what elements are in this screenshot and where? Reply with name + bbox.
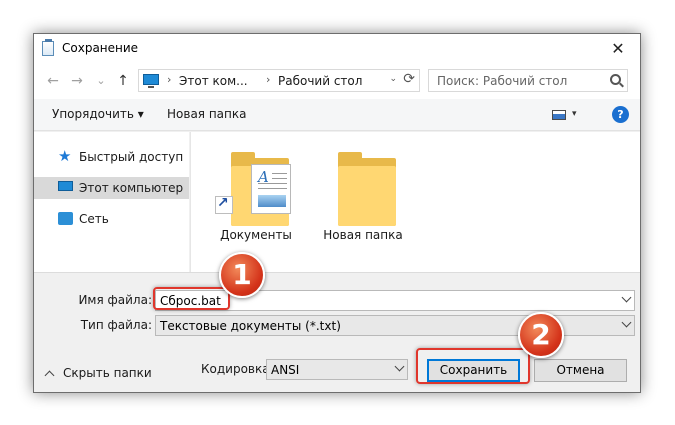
star-icon: ★ <box>58 147 72 165</box>
document-line <box>272 178 287 179</box>
folder-new-folder[interactable]: Новая папка <box>318 142 408 252</box>
filename-input[interactable] <box>160 291 591 310</box>
nav-item-label: Быстрый доступ <box>79 150 184 164</box>
chevron-up-icon <box>44 370 55 381</box>
encoding-select[interactable]: ANSI <box>266 359 408 380</box>
network-icon <box>58 212 73 225</box>
cancel-button[interactable]: Отмена <box>534 359 627 382</box>
encoding-label: Кодировка: <box>201 362 274 376</box>
document-line <box>272 173 287 174</box>
breadcrumb-desktop[interactable]: Рабочий стол <box>278 74 362 88</box>
filetype-value: Текстовые документы (*.txt) <box>160 319 341 333</box>
search-input[interactable] <box>437 71 587 91</box>
folder-documents[interactable]: A Документы <box>211 142 301 252</box>
change-view-icon[interactable] <box>552 110 566 120</box>
folder-label: Документы <box>220 228 292 242</box>
navigation-pane: ★ Быстрый доступ Этот компьютер Сеть <box>34 132 189 272</box>
forward-arrow-icon[interactable]: → <box>68 72 86 90</box>
chevron-down-icon[interactable] <box>621 292 632 303</box>
computer-icon <box>58 181 73 191</box>
chevron-down-icon <box>621 317 632 328</box>
document-picture <box>258 195 286 207</box>
help-icon[interactable]: ? <box>612 106 629 123</box>
up-arrow-icon[interactable]: ↑ <box>114 72 132 90</box>
search-box <box>428 69 628 92</box>
document-line <box>258 183 287 184</box>
refresh-icon[interactable]: ⟳ <box>403 71 415 87</box>
view-options-dropdown[interactable]: ▾ <box>572 109 577 119</box>
document-line <box>258 188 287 189</box>
nav-item-network[interactable]: Сеть <box>34 208 189 230</box>
nav-item-label: Этот компьютер <box>79 181 184 195</box>
nav-item-quick-access[interactable]: ★ Быстрый доступ <box>34 146 189 168</box>
address-dropdown-icon[interactable]: ⌄ <box>389 74 397 84</box>
search-icon[interactable] <box>610 74 621 85</box>
recent-locations-icon[interactable]: ⌄ <box>92 72 110 90</box>
address-bar: ← → ⌄ ↑ › Этот ком... › Рабочий стол ⌄ ⟳ <box>34 63 640 99</box>
breadcrumb-separator: › <box>266 73 271 86</box>
hide-folders-label: Скрыть папки <box>63 366 152 380</box>
step-2-badge: 2 <box>518 312 564 358</box>
folder-icon <box>338 166 396 226</box>
step-1-badge: 1 <box>219 252 265 298</box>
window-title: Сохранение <box>62 41 139 55</box>
document-icon: A <box>251 164 291 214</box>
new-folder-button[interactable]: Новая папка <box>167 107 246 121</box>
computer-icon <box>143 74 159 88</box>
breadcrumb-this-pc[interactable]: Этот ком... <box>179 74 248 88</box>
breadcrumb-separator: › <box>167 73 172 86</box>
notepad-icon <box>42 39 54 56</box>
organize-button[interactable]: Упорядочить ▾ <box>52 107 144 121</box>
close-button[interactable]: ✕ <box>596 34 640 63</box>
encoding-value: ANSI <box>271 363 300 377</box>
title-bar: Сохранение ✕ <box>34 34 640 63</box>
back-arrow-icon[interactable]: ← <box>44 72 62 90</box>
address-box[interactable]: › Этот ком... › Рабочий стол ⌄ ⟳ <box>138 69 420 92</box>
filename-label: Имя файла: <box>78 293 152 307</box>
shortcut-arrow-icon <box>215 195 233 214</box>
filetype-label: Тип файла: <box>80 318 152 332</box>
file-list: A Документы Новая папка <box>190 132 640 272</box>
folder-label: Новая папка <box>323 228 403 242</box>
command-bar: Упорядочить ▾ Новая папка ▾ ? <box>34 99 640 131</box>
hide-folders-button[interactable]: Скрыть папки <box>44 366 152 381</box>
nav-item-this-pc[interactable]: Этот компьютер <box>34 177 189 199</box>
nav-item-label: Сеть <box>79 212 109 226</box>
save-button[interactable]: Сохранить <box>427 359 520 382</box>
chevron-down-icon <box>394 361 405 372</box>
